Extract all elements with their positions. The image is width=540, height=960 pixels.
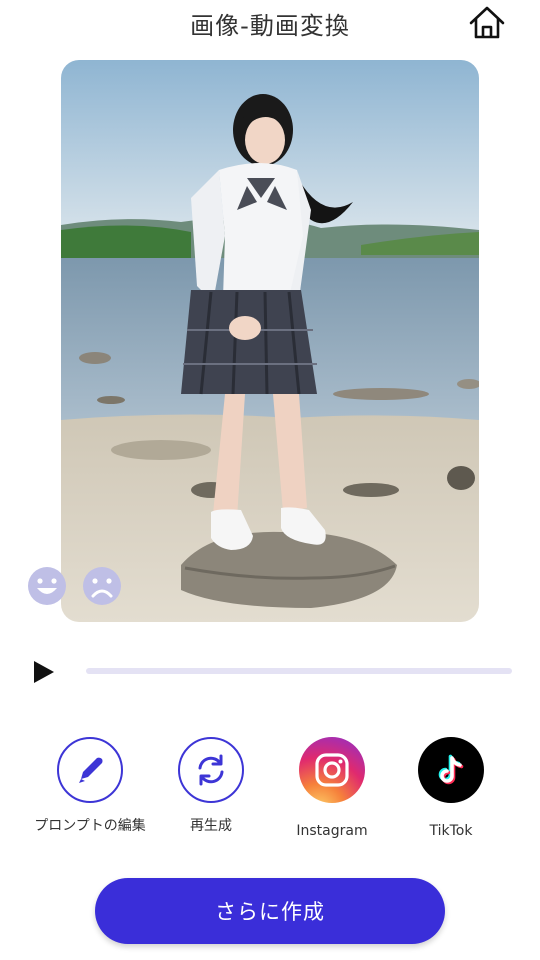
smile-icon [28,567,66,605]
tiktok-share-button[interactable]: TikTok [386,737,516,839]
create-more-button[interactable]: さらに作成 [95,878,445,944]
instagram-share-button[interactable]: Instagram [267,737,397,839]
thumbs-down-button[interactable] [82,566,122,606]
edit-prompt-button[interactable]: プロンプトの編集 [25,737,155,835]
instagram-circle [299,737,365,803]
home-button[interactable] [466,4,508,42]
tiktok-label: TikTok [429,823,473,839]
tiktok-icon [438,754,464,785]
instagram-label: Instagram [296,823,368,839]
header-bar: 画像-動画変換 [0,0,540,48]
play-button[interactable] [30,658,58,686]
frown-icon [83,567,121,605]
home-icon [469,6,505,39]
video-progress-bar[interactable] [86,668,512,674]
page-title: 画像-動画変換 [190,12,350,40]
instagram-icon [315,753,349,787]
play-icon [34,661,54,683]
tiktok-circle [418,737,484,803]
regenerate-label: 再生成 [190,818,232,834]
generated-image [61,60,479,622]
edit-prompt-label: プロンプトの編集 [34,818,146,834]
regenerate-circle [178,737,244,803]
regenerate-button[interactable]: 再生成 [146,737,276,835]
edit-prompt-circle [57,737,123,803]
thumbs-up-button[interactable] [27,566,67,606]
refresh-icon [198,754,224,786]
pen-icon [79,757,103,783]
